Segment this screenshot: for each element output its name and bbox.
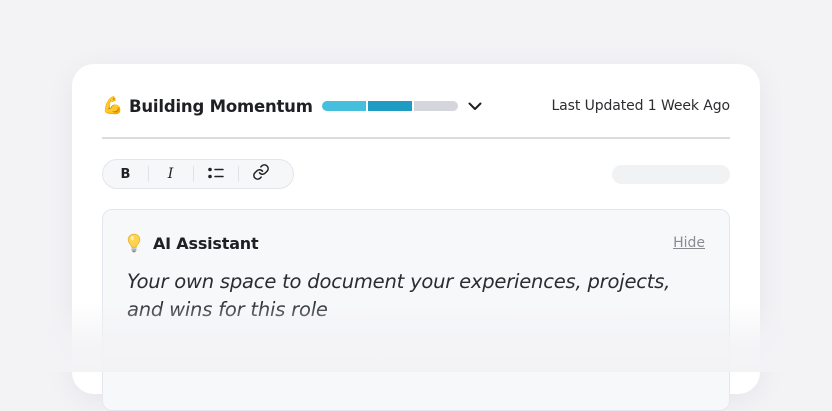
- flexed-biceps-icon: 💪: [102, 95, 124, 116]
- progress-segment: [413, 101, 458, 111]
- ai-assistant-title: AI Assistant: [153, 233, 259, 253]
- italic-icon: I: [167, 166, 174, 182]
- lightbulb-icon: [127, 233, 145, 253]
- link-icon: [252, 163, 270, 185]
- italic-button[interactable]: I: [148, 164, 193, 184]
- format-toolbar: B I: [102, 159, 294, 189]
- header-divider: [102, 137, 730, 139]
- progress-segment: [367, 101, 412, 111]
- ai-assistant-header: AI Assistant Hide: [127, 232, 705, 254]
- ai-assistant-message: Your own space to document your experien…: [127, 270, 671, 321]
- bold-icon: B: [120, 166, 131, 182]
- momentum-progress-bar: [321, 101, 458, 111]
- hide-link[interactable]: Hide: [673, 235, 705, 251]
- progress-segment: [321, 101, 366, 111]
- chevron-down-icon[interactable]: [468, 101, 482, 111]
- ai-assistant-panel: AI Assistant Hide Your own space to docu…: [102, 209, 730, 411]
- link-button[interactable]: [238, 164, 283, 184]
- momentum-card: 💪 Building Momentum Last Updated 1 Week …: [72, 64, 760, 411]
- bold-button[interactable]: B: [103, 164, 148, 184]
- last-updated-text: Last Updated 1 Week Ago: [551, 98, 730, 114]
- section-title: Building Momentum: [129, 96, 313, 116]
- loading-placeholder: [612, 165, 730, 184]
- bullet-list-icon: [207, 165, 225, 184]
- bullet-list-button[interactable]: [193, 164, 238, 184]
- card-header: 💪 Building Momentum Last Updated 1 Week …: [102, 92, 730, 120]
